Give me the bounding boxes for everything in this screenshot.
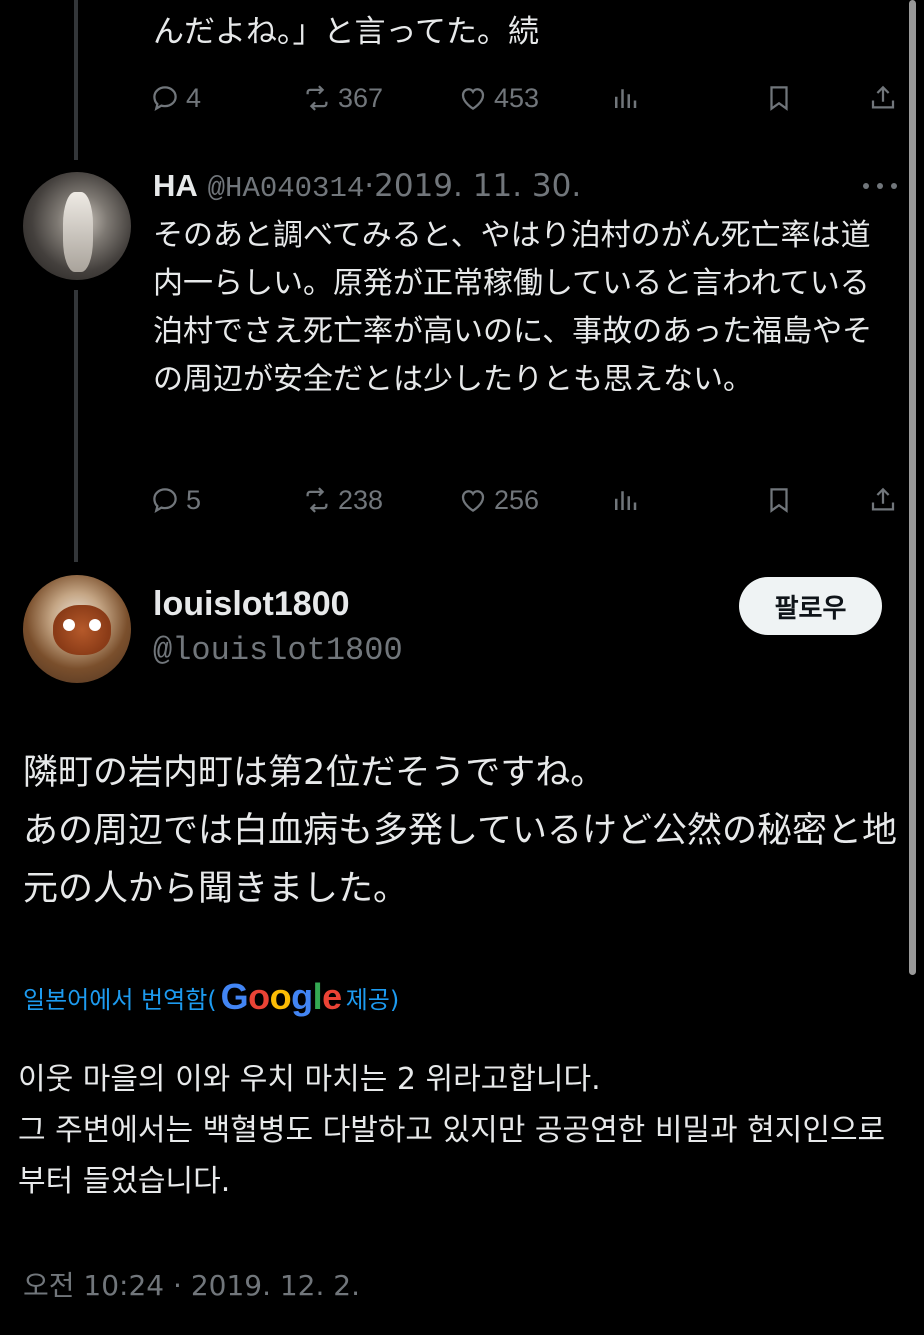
views-icon [615, 89, 637, 108]
tweet-thread-page: んだよね。」と言ってた。続 4 367 453 HA @HA040314·201… [0, 0, 924, 1335]
reply-icon [153, 488, 177, 513]
bookmark-icon [770, 86, 788, 111]
repost-icon [306, 85, 328, 111]
separator: · [364, 168, 375, 204]
bookmark-icon [770, 488, 788, 513]
reply-button[interactable]: 5 [150, 480, 201, 520]
prev-tweet-text: んだよね。」と言ってた。続 [153, 14, 539, 50]
repost-button[interactable]: 238 [302, 480, 383, 520]
scrollbar[interactable] [909, 0, 916, 975]
like-button[interactable]: 453 [458, 78, 539, 118]
share-button[interactable] [868, 78, 898, 118]
like-button[interactable]: 256 [458, 480, 539, 520]
more-icon[interactable] [860, 178, 900, 194]
translated-text-line: 그 주변에서는 백혈병도 다발하고 있지만 공공연한 비밀과 현지인으로부터 들… [18, 1113, 886, 1199]
heart-icon [461, 88, 485, 110]
repost-icon [306, 487, 328, 513]
translated-text-line: 이웃 마을의 이와 우치 마치는 2 위라고합니다. [18, 1062, 601, 1097]
prev-tweet-actions: 4 367 453 [150, 78, 900, 118]
heart-icon [461, 490, 485, 512]
reply-actions: 5 238 256 [150, 480, 900, 520]
repost-button[interactable]: 367 [302, 78, 383, 118]
repost-count: 238 [338, 484, 384, 515]
bookmark-button[interactable] [764, 78, 794, 118]
avatar[interactable] [23, 575, 131, 683]
reply-header: HA @HA040314·2019. 11. 30. [153, 168, 581, 205]
bookmark-button[interactable] [764, 480, 794, 520]
user-handle[interactable]: @HA040314 [208, 172, 365, 205]
like-count: 256 [494, 484, 540, 515]
google-logo: Google [220, 976, 343, 1017]
translated-from-label: 일본어에서 번역함( [23, 985, 217, 1014]
post-date[interactable]: 2019. 11. 30. [374, 168, 581, 204]
reply-button[interactable]: 4 [150, 78, 201, 118]
red-panda-image [53, 605, 111, 655]
share-button[interactable] [868, 480, 898, 520]
tweet-text-line: あの周辺では白血病も多発しているけど公然の秘密と地元の人から聞きました。 [23, 811, 897, 909]
translation-attribution[interactable]: 일본어에서 번역함( Google 제공) [23, 976, 399, 1018]
reply-icon [153, 86, 177, 111]
like-count: 453 [494, 82, 540, 113]
views-icon [615, 491, 637, 510]
follow-button[interactable]: 팔로우 [739, 577, 882, 635]
thread-connector-top [74, 0, 78, 160]
user-name[interactable]: HA [153, 168, 198, 203]
user-name[interactable]: louislot1800 [153, 585, 350, 624]
translated-text: 이웃 마을의 이와 우치 마치는 2 위라고합니다. 그 주변에서는 백혈병도 … [18, 1054, 908, 1207]
tweet-text-line: 隣町の岩内町は第2位だそうですね。 [23, 753, 606, 793]
share-icon [871, 85, 895, 109]
repost-count: 367 [338, 82, 384, 113]
user-handle[interactable]: @louislot1800 [153, 632, 403, 669]
tweet-text: 隣町の岩内町は第2位だそうですね。 あの周辺では白血病も多発しているけど公然の秘… [23, 744, 903, 918]
thread-connector-middle [74, 290, 78, 562]
reply-text: そのあと調べてみると、やはり泊村のがん死亡率は道内一らしい。原発が正常稼働してい… [153, 218, 873, 397]
share-icon [871, 487, 895, 511]
views-button[interactable] [610, 480, 640, 520]
avatar[interactable] [23, 172, 131, 280]
views-button[interactable] [610, 78, 640, 118]
reply-count: 4 [186, 82, 202, 113]
translation-suffix: 제공) [345, 985, 400, 1014]
reply-count: 5 [186, 484, 202, 515]
post-timestamp[interactable]: 오전 10:24 · 2019. 12. 2. [23, 1264, 360, 1304]
